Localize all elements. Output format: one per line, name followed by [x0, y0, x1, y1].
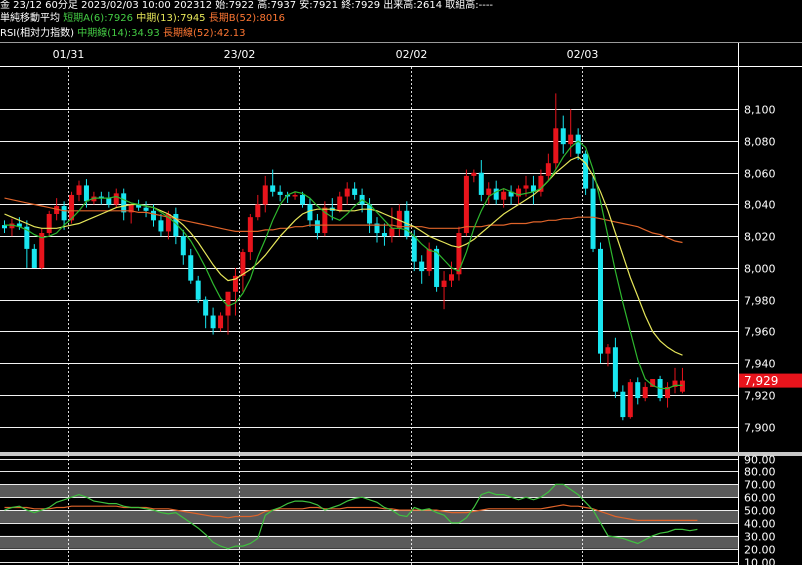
rsi-shaded-band [0, 484, 738, 498]
bullish-candle [501, 191, 507, 200]
price-tick-label: 8,080 [744, 136, 776, 149]
bearish-candle [590, 188, 596, 249]
bearish-candle [307, 204, 313, 221]
bullish-candle [642, 386, 648, 399]
price-tick-label: 7,980 [744, 295, 776, 308]
rsi-tick-label: 20.00 [744, 544, 776, 557]
price-tick-label: 7,920 [744, 390, 776, 403]
last-price-label: 7,929 [744, 374, 778, 388]
bullish-candle [568, 134, 574, 145]
bearish-candle [277, 191, 283, 195]
bullish-candle [76, 185, 82, 195]
rsi-tick-label: 50.00 [744, 505, 776, 518]
rsi-tick-label: 60.00 [744, 492, 776, 505]
bearish-candle [493, 188, 499, 200]
bullish-candle [463, 175, 469, 234]
bearish-candle [575, 134, 581, 154]
bullish-candle [218, 315, 224, 329]
bearish-candle [314, 220, 320, 234]
ma-short-line [4, 140, 683, 390]
bullish-candle [337, 196, 343, 211]
bearish-candle [31, 248, 37, 268]
rsi-bands [0, 459, 738, 563]
bearish-candle [188, 255, 194, 281]
bearish-candle [560, 128, 566, 145]
bullish-candle [449, 274, 454, 281]
bearish-candle [210, 315, 216, 329]
date-label: 23/02 [224, 48, 256, 61]
bullish-candle [441, 280, 447, 287]
bullish-candle [292, 194, 298, 197]
rsi-shaded-band [0, 510, 738, 523]
price-tick-label: 7,940 [744, 358, 776, 371]
bullish-candle [471, 172, 477, 176]
bullish-candle [545, 163, 551, 176]
date-axis: 01/31 23/02 02/02 02/03 [53, 48, 599, 61]
ma-mid-line [4, 156, 683, 356]
rsi-tick-label: 30.00 [744, 531, 776, 544]
bullish-candle [46, 213, 52, 234]
bearish-candle [598, 248, 603, 354]
bearish-candle [195, 280, 201, 300]
bearish-candle [151, 210, 156, 221]
bearish-candle [367, 204, 373, 224]
bearish-candle [381, 233, 387, 237]
price-tick-label: 8,100 [744, 104, 776, 117]
bearish-candle [61, 206, 67, 221]
last-price-marker: 7,929 [739, 373, 802, 388]
rsi-tick-label: 70.00 [744, 479, 776, 492]
rsi-shaded-band [0, 535, 738, 549]
bearish-candle [635, 382, 641, 399]
bearish-candle [121, 193, 127, 213]
bearish-candle [300, 194, 305, 205]
bearish-candle [180, 236, 186, 256]
bullish-candle [255, 204, 261, 218]
bullish-candle [344, 188, 350, 197]
date-label: 01/31 [53, 48, 85, 61]
bullish-candle [553, 128, 559, 164]
bearish-candle [158, 220, 164, 232]
bearish-candle [583, 153, 589, 189]
bullish-candle [389, 228, 395, 237]
bearish-candle [478, 172, 484, 195]
rsi-tick-label: 80.00 [744, 466, 776, 479]
price-tick-label: 7,960 [744, 326, 776, 339]
bearish-candle [620, 391, 626, 418]
bullish-candle [627, 382, 633, 418]
price-tick-label: 8,040 [744, 199, 776, 212]
bearish-candle [83, 185, 89, 202]
rsi-tick-label: 10.00 [744, 557, 776, 565]
bearish-candle [106, 198, 112, 205]
bearish-candle [143, 207, 149, 211]
rsi-tick-label: 40.00 [744, 518, 776, 531]
price-tick-label: 7,900 [744, 422, 776, 435]
bullish-candle [679, 380, 685, 392]
bearish-candle [612, 347, 618, 392]
date-label: 02/02 [396, 48, 428, 61]
bearish-candle [419, 261, 425, 272]
bullish-candle [113, 193, 119, 205]
bullish-candle [262, 185, 268, 205]
bearish-candle [270, 185, 276, 192]
bullish-candle [426, 248, 432, 272]
bearish-candle [352, 188, 358, 195]
price-tick-label: 8,020 [744, 231, 776, 244]
bullish-candle [486, 188, 492, 195]
price-tick-label: 8,000 [744, 263, 776, 276]
bearish-candle [411, 236, 417, 262]
bullish-candle [523, 185, 529, 189]
moving-averages [4, 140, 683, 390]
date-label: 02/03 [567, 48, 599, 61]
price-tick-label: 8,060 [744, 168, 776, 181]
pane-separator[interactable] [0, 452, 802, 456]
bullish-candle [240, 252, 246, 276]
bullish-candle [247, 217, 253, 253]
bearish-candle [203, 299, 209, 316]
price-chart[interactable]: 01/31 23/02 02/02 02/03 8,100 8,080 8,060 8,04… [0, 0, 802, 565]
rsi-axis-labels: 90.0080.0070.0060.0050.0040.0030.0020.00… [744, 454, 776, 565]
bullish-candle [605, 347, 611, 354]
